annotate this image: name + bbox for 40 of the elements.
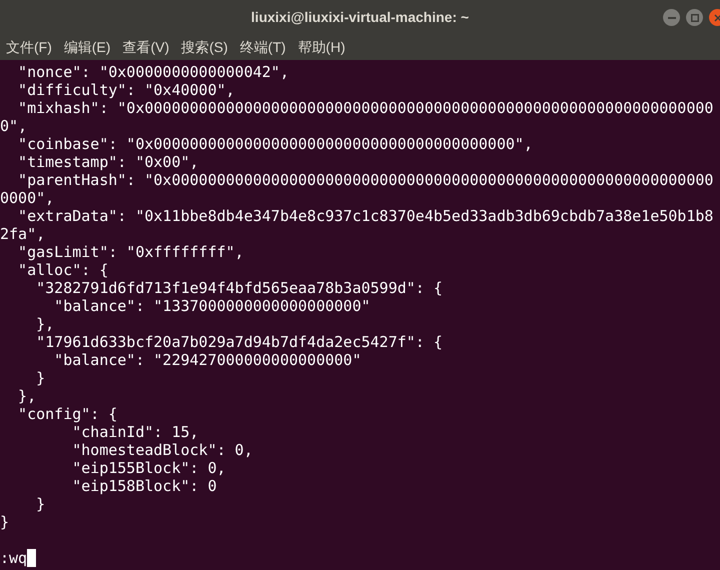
minimize-icon bbox=[668, 16, 676, 18]
terminal-line: "timestamp": "0x00", bbox=[17, 153, 199, 171]
menu-item[interactable]: 搜索(S) bbox=[181, 38, 228, 56]
terminal-line: "nonce": "0x0000000000000042", bbox=[17, 63, 289, 81]
terminal-line: }, bbox=[35, 315, 54, 333]
close-icon bbox=[714, 14, 720, 22]
text-cursor bbox=[27, 549, 36, 567]
terminal-line: 0", bbox=[0, 117, 28, 135]
terminal-line: "17961d633bcf20a7b029a7d94b7df4da2ec5427f": { bbox=[35, 333, 443, 351]
menu-item[interactable]: 终端(T) bbox=[240, 38, 286, 56]
menu-item[interactable]: 查看(V) bbox=[122, 38, 170, 56]
terminal-line: "balance": "229427000000000000000" bbox=[53, 351, 362, 369]
terminal-line: "eip155Block": 0, bbox=[71, 459, 226, 477]
terminal-line: "balance": "1337000000000000000000" bbox=[53, 297, 370, 315]
terminal-line: 0000", bbox=[0, 189, 54, 207]
terminal-line: } bbox=[0, 513, 10, 531]
terminal-line: "alloc": { bbox=[17, 261, 108, 279]
terminal-line: "eip158Block": 0 bbox=[71, 477, 217, 495]
menu-item[interactable]: 编辑(E) bbox=[64, 38, 111, 56]
terminal-line: "gasLimit": "0xffffffff", bbox=[17, 243, 244, 261]
minimize-button[interactable] bbox=[663, 9, 680, 26]
terminal-line: "coinbase": "0x0000000000000000000000000000000000000000", bbox=[17, 135, 533, 153]
command-line: :wq bbox=[0, 549, 28, 567]
menu-item[interactable]: 文件(F) bbox=[6, 38, 52, 56]
terminal-line: "homesteadBlock": 0, bbox=[71, 441, 253, 459]
terminal-line: "mixhash": "0x000000000000000000000000000000000000000000000000000000000000000 bbox=[17, 99, 714, 117]
maximize-icon bbox=[690, 14, 698, 22]
maximize-button[interactable] bbox=[686, 9, 703, 26]
terminal-line: "3282791d6fd713f1e94f4bfd565eaa78b3a0599d": { bbox=[35, 279, 443, 297]
terminal-line: "chainId": 15, bbox=[71, 423, 199, 441]
terminal-line: 2fa", bbox=[0, 225, 46, 243]
window-title: liuxixi@liuxixi-virtual-machine: ~ bbox=[251, 8, 469, 26]
terminal-line: }, bbox=[17, 387, 36, 405]
terminal-line: } bbox=[35, 369, 46, 387]
terminal-line: "config": { bbox=[17, 405, 118, 423]
terminal-line: "difficulty": "0x40000", bbox=[17, 81, 235, 99]
menu-item[interactable]: 帮助(H) bbox=[298, 38, 346, 56]
terminal-line: "parentHash": "0x000000000000000000000000000000000000000000000000000000000000 bbox=[17, 171, 714, 189]
terminal-line: } bbox=[35, 495, 46, 513]
terminal-line: "extraData": "0x11bbe8db4e347b4e8c937c1c8370e4b5ed33adb3db69cbdb7a38e1e50b1b8 bbox=[17, 207, 714, 225]
